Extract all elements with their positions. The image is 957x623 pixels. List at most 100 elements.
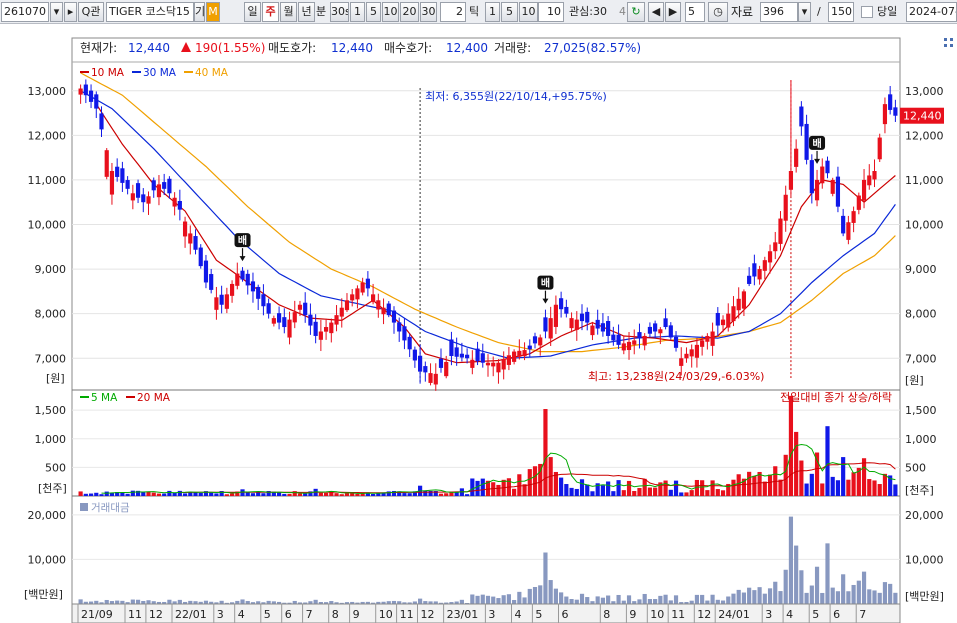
candle-body [371, 294, 376, 303]
date-input[interactable]: 2024-07- [906, 2, 957, 22]
high-annotation: 최고: 13,238원(24/03/29,-6.03%) [588, 370, 764, 383]
volume-bar [250, 493, 256, 496]
tick-button-0[interactable]: 30s [330, 2, 349, 22]
tick-button-3[interactable]: 10 [382, 2, 399, 22]
date-tick-label: 24/01 [718, 608, 750, 621]
count-button-2[interactable]: 10 [519, 2, 538, 22]
stock-chart[interactable]: 현재가: 12,440 190(1.55%) 매도호가: 12,440 매수호가… [0, 24, 957, 623]
tick-button-1[interactable]: 1 [350, 2, 365, 22]
data-count-input[interactable]: 396 [760, 2, 798, 22]
search-icon: Q [81, 5, 91, 18]
price-tick-label-left: 9,000 [35, 263, 67, 276]
stock-code-input[interactable]: 261070 [1, 2, 49, 22]
volume-panel[interactable]: 500 500 1,000 1,000 1,500 1,500 [천주] [천주] 5 MA 20… [35, 390, 937, 497]
code-dropdown-button[interactable]: ▾ [50, 2, 63, 22]
tick-input[interactable]: 2 [440, 2, 466, 22]
candle-body [731, 306, 736, 322]
candle-body [162, 182, 167, 189]
date-tick-label: 12 [149, 608, 163, 621]
stock-name-field[interactable]: TIGER 코스닥15 [106, 2, 194, 22]
candle-body [861, 179, 867, 201]
today-label: 당일 [877, 5, 898, 18]
candle-body [626, 341, 632, 351]
candle-body [585, 311, 590, 323]
period-tab-1[interactable]: 주 [262, 2, 279, 22]
amount-bar [475, 595, 480, 604]
amount-bar [313, 599, 318, 604]
candle-body [339, 307, 344, 317]
settings-icon[interactable] [944, 38, 953, 47]
candle-body [579, 313, 585, 322]
minute-label: 분 [316, 5, 327, 18]
period-tab-0[interactable]: 일 [244, 2, 261, 22]
date-tick-label: 3 [217, 608, 224, 621]
prev-code-button[interactable]: ▸ [64, 2, 77, 22]
info-button[interactable]: 기 [194, 2, 205, 22]
amount-tick-label-right: 10,000 [905, 553, 944, 566]
scroll-left-button[interactable]: ◀ [648, 2, 664, 22]
candle-body [104, 150, 109, 177]
amount-bar [512, 599, 517, 604]
price-panel[interactable]: 7,000 7,000 8,000 8,000 9,000 9,000 10,000 10,0… [28, 67, 945, 391]
step-input[interactable]: 5 [685, 2, 705, 22]
amount-bar [517, 591, 522, 604]
tick-button-5[interactable]: 30 [420, 2, 437, 22]
candle-body [125, 180, 130, 189]
candle-body [271, 318, 276, 324]
volume-bar [130, 490, 135, 496]
period-tab-2[interactable]: 월 [280, 2, 297, 22]
amount-panel[interactable]: 10,000 10,000 20,000 20,000 [백만원] [백만원] 거래대금 [24, 502, 944, 604]
candle-body [250, 281, 256, 292]
refresh-icon[interactable]: ↻ [627, 2, 645, 22]
candle-body [783, 194, 788, 221]
search-button[interactable]: Q관 [78, 2, 104, 22]
up-triangle-icon [181, 42, 191, 52]
date-tick-label: 4 [786, 608, 793, 621]
date-tick-label: 8 [603, 608, 610, 621]
count-button-1[interactable]: 5 [501, 2, 518, 22]
candle-body [245, 273, 250, 286]
clock-icon[interactable]: ◷ [708, 2, 728, 22]
candle-body [115, 166, 120, 177]
ask-value: 12,440 [331, 41, 373, 55]
amount-bar [637, 599, 642, 604]
candle-body [449, 339, 454, 357]
candle-body [261, 294, 266, 307]
volume-bar [710, 480, 715, 496]
candle-body [130, 193, 135, 201]
today-checkbox[interactable] [861, 6, 873, 18]
amount-bar [720, 600, 726, 604]
total-input[interactable]: 150 [828, 2, 854, 22]
count-input[interactable]: 10 [538, 2, 564, 22]
volume-bar [616, 480, 621, 496]
scroll-right-button[interactable]: ▶ [665, 2, 681, 22]
volume-bar [783, 454, 788, 496]
tick-button-4[interactable]: 20 [400, 2, 419, 22]
volume-bar [276, 492, 282, 496]
count-button-0[interactable]: 1 [485, 2, 500, 22]
tick-button-2[interactable]: 5 [366, 2, 381, 22]
amount-bar [867, 589, 872, 604]
candle-body [653, 323, 658, 332]
candle-body [647, 326, 652, 334]
amount-unit-left: [백만원] [24, 588, 63, 601]
volume-bar [626, 480, 632, 496]
candle-body [522, 350, 527, 357]
candle-body [135, 183, 141, 198]
data-count-dropdown[interactable]: ▾ [798, 2, 811, 22]
candle-body [700, 340, 705, 347]
volume-bar [846, 479, 851, 496]
ma-legend-label: 10 MA [91, 67, 125, 79]
candle-body [773, 242, 778, 252]
period-tab-3[interactable]: 년 [298, 2, 315, 22]
memo-icon[interactable]: M [206, 2, 220, 22]
event-marker-arrowhead [814, 158, 821, 164]
candle-body [741, 291, 747, 309]
volume-bar [705, 490, 710, 496]
candle-body [757, 269, 762, 280]
price-tick-label-right: 11,000 [905, 174, 944, 187]
amount-legend-label: 거래대금 [91, 502, 130, 514]
candle-body [888, 94, 893, 110]
candle-body [99, 113, 104, 130]
candle-body [694, 344, 700, 358]
